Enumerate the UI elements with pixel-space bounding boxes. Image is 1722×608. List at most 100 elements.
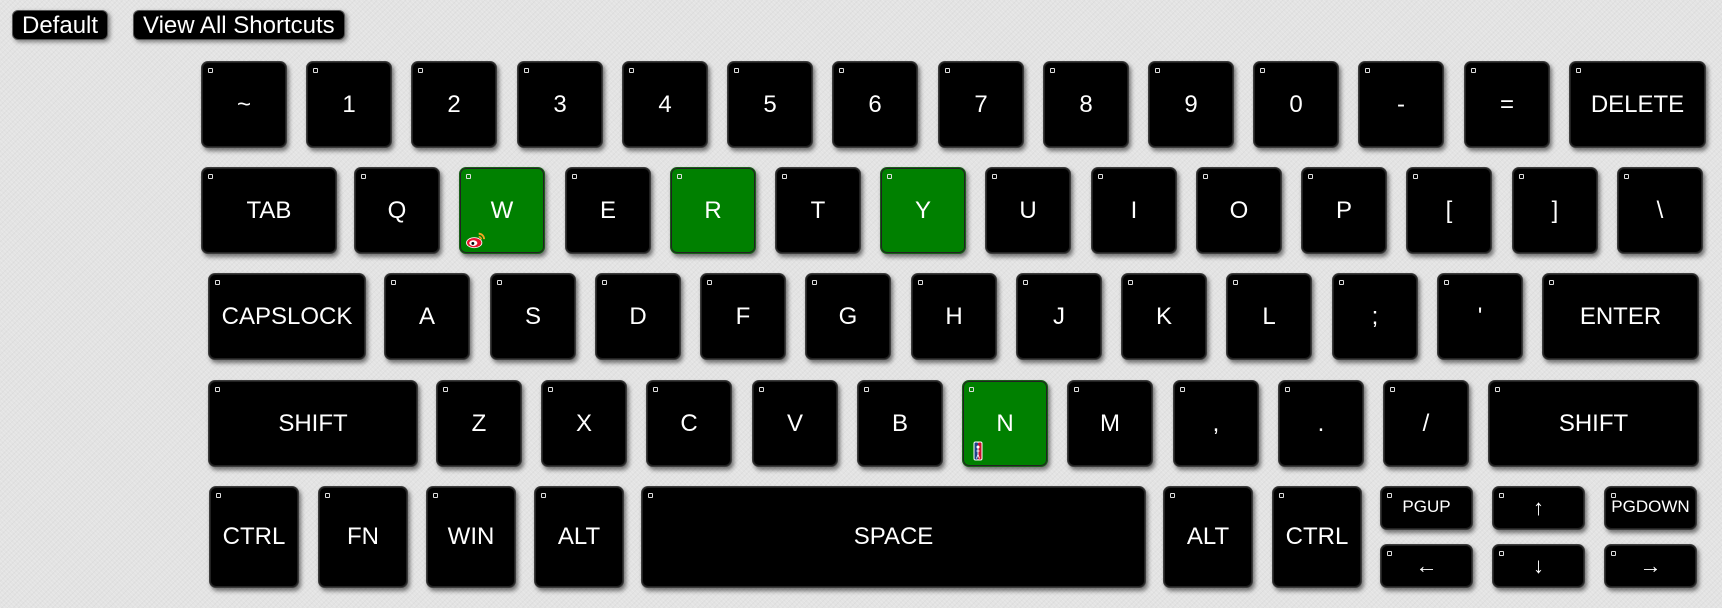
key-h[interactable]: H: [911, 273, 997, 360]
key-indicator: [1170, 493, 1175, 498]
key-label: R: [704, 196, 722, 224]
key-indicator: [1387, 551, 1392, 556]
key-label: P: [1335, 196, 1352, 224]
key-semicolon[interactable]: ;: [1332, 273, 1418, 360]
key-s[interactable]: S: [490, 273, 576, 360]
key-u[interactable]: U: [985, 167, 1071, 254]
key-label: 7: [974, 90, 988, 118]
key-tilde[interactable]: ~: [201, 61, 287, 148]
key-e[interactable]: E: [565, 167, 651, 254]
key-win[interactable]: WIN: [426, 486, 516, 588]
key-indicator: [548, 387, 553, 392]
key-8[interactable]: 8: [1043, 61, 1129, 148]
key-left-bracket[interactable]: [: [1406, 167, 1492, 254]
key-indicator: [1285, 387, 1290, 392]
key-indicator: [602, 280, 607, 285]
key-label: /: [1422, 409, 1430, 437]
key-indicator: [759, 387, 764, 392]
key-g[interactable]: G: [805, 273, 891, 360]
key-5[interactable]: 5: [727, 61, 813, 148]
key-left-shift[interactable]: SHIFT: [208, 380, 418, 467]
key-right-ctrl[interactable]: CTRL: [1272, 486, 1362, 588]
key-indicator: [887, 174, 892, 179]
key-indicator: [1074, 387, 1079, 392]
key-comma[interactable]: ,: [1173, 380, 1259, 467]
key-enter[interactable]: ENTER: [1542, 273, 1699, 360]
key-l[interactable]: L: [1226, 273, 1312, 360]
key-indicator: [1390, 387, 1395, 392]
key-right-shift[interactable]: SHIFT: [1488, 380, 1699, 467]
key-label: =: [1499, 90, 1514, 118]
key-indicator: [391, 280, 396, 285]
key-label: 6: [868, 90, 882, 118]
key-1[interactable]: 1: [306, 61, 392, 148]
key-left-alt[interactable]: ALT: [534, 486, 624, 588]
key-delete[interactable]: DELETE: [1569, 61, 1706, 148]
key-4[interactable]: 4: [622, 61, 708, 148]
key-label: PGDOWN: [1611, 497, 1690, 516]
key-i[interactable]: I: [1091, 167, 1177, 254]
key-indicator: [433, 493, 438, 498]
nba-icon: [973, 441, 985, 461]
key-indicator: [1308, 174, 1313, 179]
key-p[interactable]: P: [1301, 167, 1387, 254]
key-c[interactable]: C: [646, 380, 732, 467]
key-fn[interactable]: FN: [318, 486, 408, 588]
key-v[interactable]: V: [752, 380, 838, 467]
key-y[interactable]: Y: [880, 167, 966, 254]
key-label: PGUP: [1402, 497, 1451, 516]
key-arrow-left[interactable]: ←: [1380, 544, 1473, 588]
key-t[interactable]: T: [775, 167, 861, 254]
key-indicator: [1549, 280, 1554, 285]
key-z[interactable]: Z: [436, 380, 522, 467]
key-b[interactable]: B: [857, 380, 943, 467]
key-q[interactable]: Q: [354, 167, 440, 254]
key-label: \: [1656, 196, 1664, 224]
key-pgup[interactable]: PGUP: [1380, 486, 1473, 530]
key-equals[interactable]: =: [1464, 61, 1550, 148]
key-arrow-up[interactable]: ↑: [1492, 486, 1585, 530]
key-d[interactable]: D: [595, 273, 681, 360]
key-pgdown[interactable]: PGDOWN: [1604, 486, 1697, 530]
key-period[interactable]: .: [1278, 380, 1364, 467]
key-indicator: [945, 68, 950, 73]
key-w[interactable]: W: [459, 167, 545, 254]
key-arrow-right[interactable]: →: [1604, 544, 1697, 588]
key-label: D: [629, 302, 647, 330]
key-indicator: [497, 280, 502, 285]
key-label: B: [891, 409, 908, 437]
key-2[interactable]: 2: [411, 61, 497, 148]
key-3[interactable]: 3: [517, 61, 603, 148]
key-backslash[interactable]: \: [1617, 167, 1703, 254]
key-indicator: [707, 280, 712, 285]
key-label: 0: [1289, 90, 1303, 118]
key-9[interactable]: 9: [1148, 61, 1234, 148]
key-tab[interactable]: TAB: [201, 167, 337, 254]
key-left-ctrl[interactable]: CTRL: [209, 486, 299, 588]
key-right-alt[interactable]: ALT: [1163, 486, 1253, 588]
key-slash[interactable]: /: [1383, 380, 1469, 467]
key-x[interactable]: X: [541, 380, 627, 467]
key-label: [: [1445, 196, 1453, 224]
key-a[interactable]: A: [384, 273, 470, 360]
key-m[interactable]: M: [1067, 380, 1153, 467]
key-indicator: [208, 68, 213, 73]
key-r[interactable]: R: [670, 167, 756, 254]
key-f[interactable]: F: [700, 273, 786, 360]
key-6[interactable]: 6: [832, 61, 918, 148]
key-n[interactable]: N: [962, 380, 1048, 467]
key-label: ~: [236, 90, 251, 118]
key-arrow-down[interactable]: ↓: [1492, 544, 1585, 588]
key-j[interactable]: J: [1016, 273, 1102, 360]
key-k[interactable]: K: [1121, 273, 1207, 360]
key-indicator: [812, 280, 817, 285]
key-capslock[interactable]: CAPSLOCK: [208, 273, 366, 360]
key-7[interactable]: 7: [938, 61, 1024, 148]
key-indicator: [418, 68, 423, 73]
key-space[interactable]: SPACE: [641, 486, 1146, 588]
key-minus[interactable]: -: [1358, 61, 1444, 148]
key-0[interactable]: 0: [1253, 61, 1339, 148]
key-o[interactable]: O: [1196, 167, 1282, 254]
key-apostrophe[interactable]: ': [1437, 273, 1523, 360]
key-right-bracket[interactable]: ]: [1512, 167, 1598, 254]
